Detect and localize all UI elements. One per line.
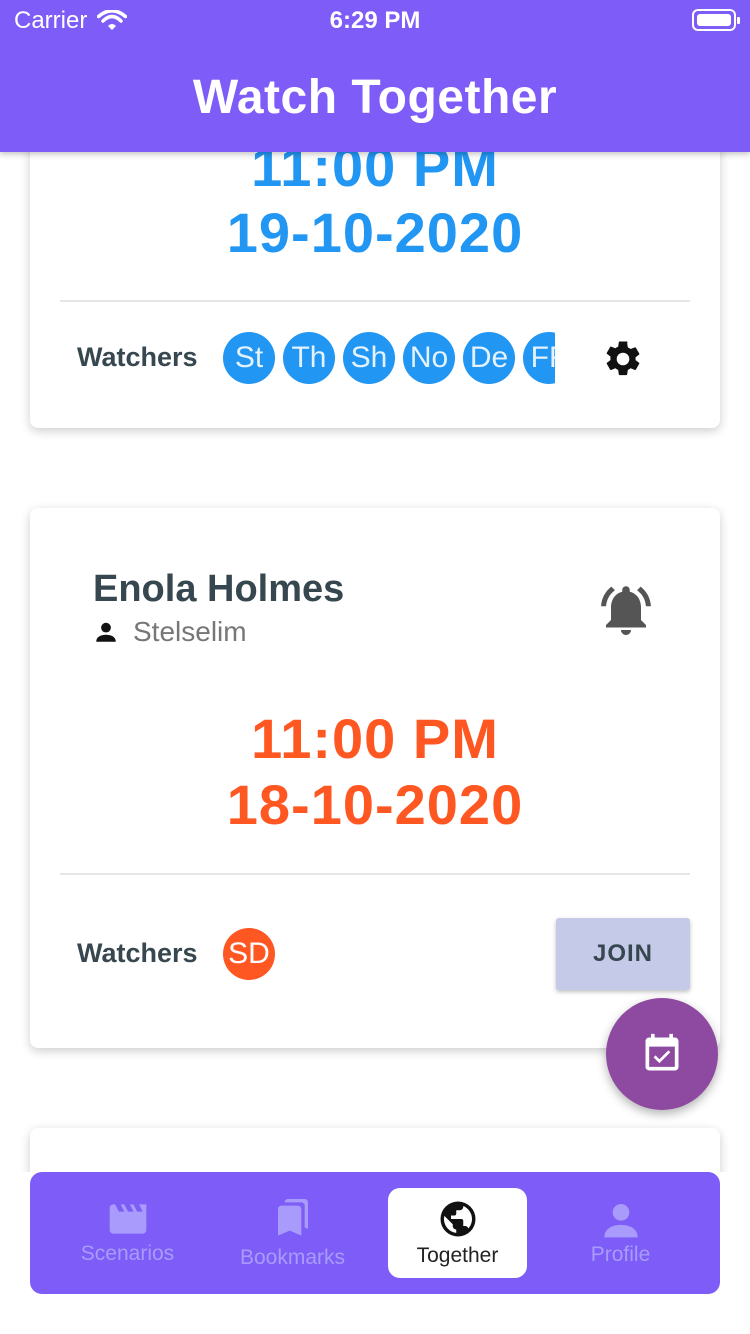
status-time: 6:29 PM	[329, 7, 421, 34]
person-icon	[603, 1204, 638, 1238]
nav-label: Bookmarks	[239, 1246, 346, 1269]
person-icon	[96, 622, 116, 642]
event-card-1[interactable]: 11:00 PM 19-10-2020 Watchers St Th Sh No…	[30, 110, 720, 428]
divider	[60, 300, 690, 302]
avatar: Th	[283, 332, 335, 384]
gear-icon[interactable]	[602, 338, 644, 380]
calendar-check-icon	[645, 1033, 679, 1071]
bookmarks-icon	[277, 1199, 308, 1236]
status-bar: Carrier 6:29 PM	[0, 0, 750, 40]
nav-label: Profile	[590, 1243, 651, 1266]
nav-label: Together	[416, 1244, 499, 1267]
app-bar: Carrier 6:29 PM Watch Together	[0, 0, 750, 152]
nav-label: Scenarios	[80, 1242, 175, 1265]
bell-ring-icon[interactable]	[596, 580, 656, 640]
event-card-2[interactable]: Enola Holmes Stelselim 11:00 PM 18-10-20…	[30, 508, 720, 1048]
avatar: FF	[523, 332, 555, 384]
schedule-fab[interactable]	[606, 998, 718, 1110]
movie-icon	[109, 1204, 146, 1234]
movie-title: Enola Holmes	[93, 568, 345, 610]
avatar: Sh	[343, 332, 395, 384]
watchers-avatars: SD	[223, 928, 275, 980]
avatar: St	[223, 332, 275, 384]
globe-icon	[440, 1201, 475, 1237]
owner-name: Stelselim	[133, 616, 247, 647]
event-date: 19-10-2020	[226, 201, 524, 264]
watchers-label: Watchers	[77, 342, 198, 372]
avatar: SD	[223, 928, 275, 980]
watchers-avatars: St Th Sh No De FF	[223, 332, 555, 384]
nav-together[interactable]: Together	[388, 1188, 527, 1278]
event-date: 18-10-2020	[226, 773, 524, 836]
avatar: No	[403, 332, 455, 384]
bottom-nav: Scenarios Bookmarks Together Profile	[30, 1172, 720, 1294]
nav-profile[interactable]: Profile	[553, 1188, 688, 1278]
nav-scenarios[interactable]: Scenarios	[60, 1188, 195, 1278]
page-title: Watch Together	[192, 71, 558, 124]
nav-bookmarks[interactable]: Bookmarks	[225, 1188, 360, 1278]
battery-icon	[692, 9, 740, 31]
join-button[interactable]: JOIN	[556, 918, 690, 990]
owner-row: Stelselim	[93, 616, 247, 648]
divider	[60, 873, 690, 875]
watchers-label: Watchers	[77, 938, 198, 968]
avatar: De	[463, 332, 515, 384]
event-time: 11:00 PM	[251, 707, 499, 770]
